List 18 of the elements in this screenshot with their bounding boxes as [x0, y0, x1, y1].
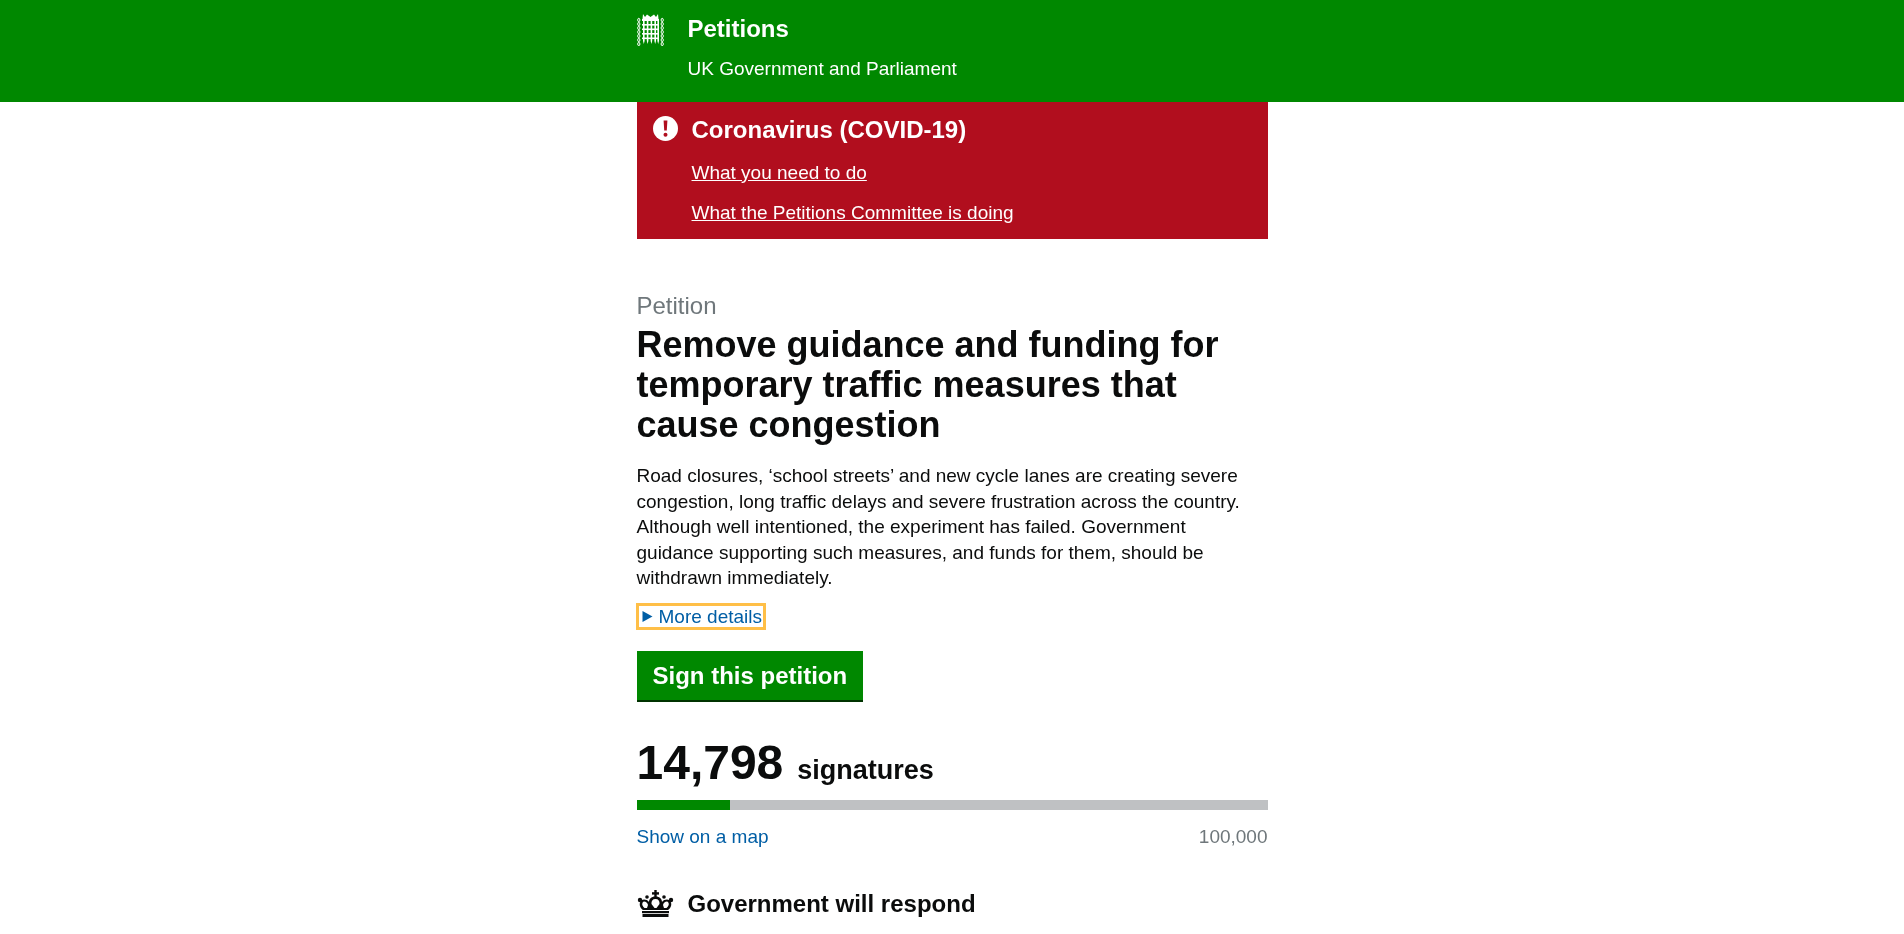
- signature-label: signatures: [797, 754, 934, 785]
- signature-count: 14,798: [636, 738, 784, 787]
- response-heading: Government will respond: [687, 888, 976, 919]
- details-toggle[interactable]: More details: [635, 602, 766, 630]
- crown-icon: [636, 890, 674, 917]
- petition-title: Remove guidance and funding for temporary traffic measures that cause congestion: [636, 325, 1220, 445]
- sign-petition-button[interactable]: Sign this petition: [636, 650, 864, 702]
- alert-link[interactable]: What you need to do: [691, 160, 867, 185]
- petition-label: Petition: [636, 291, 718, 321]
- site-title[interactable]: Petitions: [687, 14, 957, 44]
- portcullis-icon: [636, 13, 664, 46]
- petition-description: Road closures, ‘school streets’ and new cycle lanes are creating severe congestion, long traffic delays and severe frustration across the country. Although well intentioned, the experiment has failed. Government guidance supporting such measures, and funds for them, should be withdrawn immediately.: [636, 464, 1241, 590]
- alert-title: Coronavirus (COVID-19): [691, 115, 967, 145]
- exclamation-icon: [652, 116, 678, 141]
- alert-link[interactable]: What the Petitions Committee is doing: [691, 200, 1014, 225]
- site-subtitle: UK Government and Parliament: [687, 57, 957, 81]
- map-link[interactable]: Show on a map: [636, 823, 769, 849]
- signature-target: 100,000: [1198, 824, 1268, 849]
